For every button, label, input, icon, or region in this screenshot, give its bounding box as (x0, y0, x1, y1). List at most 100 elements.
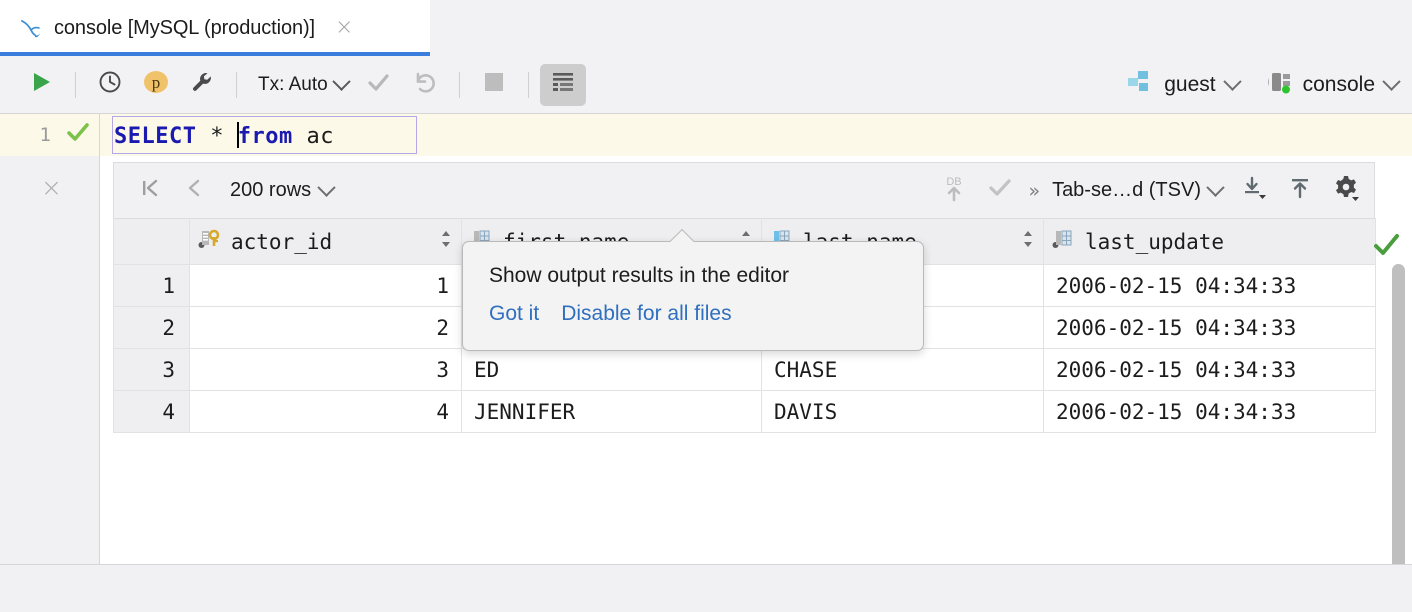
row-number: 4 (114, 391, 190, 433)
undo-arrow-icon (411, 69, 438, 101)
datagrip-console-window: console [MySQL (production)] × (0, 0, 1412, 612)
tab-bar: console [MySQL (production)] × (0, 0, 1412, 56)
export-data-button[interactable] (1232, 171, 1276, 211)
more-actions-icon[interactable]: » (1024, 180, 1050, 202)
stop-square-icon (483, 71, 505, 98)
cell-first_name[interactable]: JENNIFER (462, 391, 762, 433)
results-toolbar: 200 rows DB (113, 162, 1375, 218)
clock-icon (97, 69, 123, 100)
column-icon (1052, 228, 1076, 255)
check-icon (365, 69, 392, 101)
column-header-last_update[interactable]: last_update (1044, 219, 1376, 265)
tab-console-mysql-production[interactable]: console [MySQL (production)] × (0, 0, 430, 56)
accept-changes-button[interactable] (978, 171, 1022, 211)
column-label: actor_id (231, 230, 332, 254)
execute-button[interactable] (18, 64, 64, 106)
sql-star: * (196, 124, 237, 149)
import-data-button[interactable] (1278, 171, 1322, 211)
toolbar-separator (528, 72, 529, 98)
page-size-dropdown[interactable]: 200 rows (216, 179, 339, 202)
upload-icon (1286, 174, 1314, 207)
table-row[interactable]: 4 4 JENNIFER DAVIS 2006-02-15 04:34:33 (114, 391, 1376, 433)
chevron-down-icon (332, 72, 350, 90)
toolbar-right-group: guest console (1127, 70, 1398, 100)
cell-first_name[interactable]: ED (462, 349, 762, 391)
toolbar-separator (236, 72, 237, 98)
sql-keyword-select: SELECT (114, 124, 196, 149)
editor-vertical-scrollbar[interactable] (1392, 264, 1405, 564)
cell-last_update[interactable]: 2006-02-15 04:34:33 (1044, 307, 1376, 349)
rollback-button[interactable] (402, 64, 448, 106)
output-format-dropdown[interactable]: Tab-se…d (TSV) (1052, 179, 1222, 202)
commit-button[interactable] (356, 64, 402, 106)
svg-text:p: p (152, 73, 161, 92)
session-selector[interactable]: console (1265, 70, 1398, 100)
inspection-widget[interactable] (1372, 232, 1402, 265)
toolbar-left-group: p Tx: Auto (18, 64, 586, 106)
close-results-icon[interactable]: × (0, 156, 99, 218)
output-results-tooltip: Show output results in the editor Got it… (462, 241, 924, 351)
parameters-icon: p (141, 67, 171, 102)
data-source-properties-button[interactable] (179, 64, 225, 106)
chevron-down-icon (317, 178, 335, 196)
transaction-mode-dropdown[interactable]: Tx: Auto (248, 74, 356, 96)
svg-text:DB: DB (947, 176, 962, 188)
page-size-label: 200 rows (230, 179, 311, 202)
cell-actor_id[interactable]: 1 (190, 265, 462, 307)
stop-button[interactable] (471, 64, 517, 106)
previous-page-button[interactable] (172, 171, 216, 211)
status-bar (0, 564, 1412, 612)
sql-table-name: ac (293, 124, 334, 149)
column-label: last_update (1085, 230, 1224, 254)
session-label: console (1303, 73, 1375, 97)
results-toolbar-right: DB » (932, 171, 1368, 211)
primary-key-column-icon (198, 228, 222, 255)
chevron-down-icon (1223, 72, 1241, 90)
sort-indicator-icon[interactable] (1021, 228, 1035, 255)
parameters-button[interactable]: p (133, 64, 179, 106)
tab-title: console [MySQL (production)] (54, 17, 315, 40)
row-number: 1 (114, 265, 190, 307)
editor-area: 1 × SELECT * from ac (0, 114, 1412, 564)
got-it-link[interactable]: Got it (489, 302, 539, 326)
editor-content: SELECT * from ac (100, 114, 1412, 564)
cell-actor_id[interactable]: 2 (190, 307, 462, 349)
close-icon[interactable]: × (335, 17, 353, 39)
prev-page-icon (182, 176, 206, 205)
cell-last_update[interactable]: 2006-02-15 04:34:33 (1044, 391, 1376, 433)
toolbar-separator (459, 72, 460, 98)
column-header-actor_id[interactable]: actor_id (190, 219, 462, 265)
check-icon (987, 175, 1013, 206)
editor-gutter: 1 × (0, 114, 100, 564)
first-page-button[interactable] (128, 171, 172, 211)
toolbar-separator (75, 72, 76, 98)
cell-last_update[interactable]: 2006-02-15 04:34:33 (1044, 349, 1376, 391)
gutter-line-1: 1 (0, 114, 99, 156)
line-number: 1 (40, 124, 51, 146)
gear-icon (1332, 174, 1360, 207)
row-number-header (114, 219, 190, 265)
sql-keyword-from: from (238, 124, 293, 149)
disable-for-all-files-link[interactable]: Disable for all files (561, 302, 731, 326)
schema-label: guest (1164, 73, 1215, 97)
output-table-icon (549, 68, 577, 101)
sort-indicator-icon[interactable] (439, 228, 453, 255)
wrench-icon (189, 69, 215, 100)
cell-actor_id[interactable]: 4 (190, 391, 462, 433)
table-row[interactable]: 3 3 ED CHASE 2006-02-15 04:34:33 (114, 349, 1376, 391)
cell-last_name[interactable]: CHASE (762, 349, 1044, 391)
show-output-in-editor-button[interactable] (540, 64, 586, 106)
cell-last_name[interactable]: DAVIS (762, 391, 1044, 433)
commit-to-db-button[interactable]: DB (932, 171, 976, 211)
results-settings-button[interactable] (1324, 171, 1368, 211)
code-line-1[interactable]: SELECT * from ac (100, 114, 1412, 156)
mysql-dolphin-icon (18, 17, 44, 39)
tooltip-title: Show output results in the editor (489, 264, 923, 288)
download-icon (1240, 174, 1268, 207)
schema-selector[interactable]: guest (1127, 70, 1238, 100)
play-icon (28, 69, 54, 100)
cell-actor_id[interactable]: 3 (190, 349, 462, 391)
tooltip-actions: Got it Disable for all files (489, 302, 923, 326)
cell-last_update[interactable]: 2006-02-15 04:34:33 (1044, 265, 1376, 307)
history-button[interactable] (87, 64, 133, 106)
